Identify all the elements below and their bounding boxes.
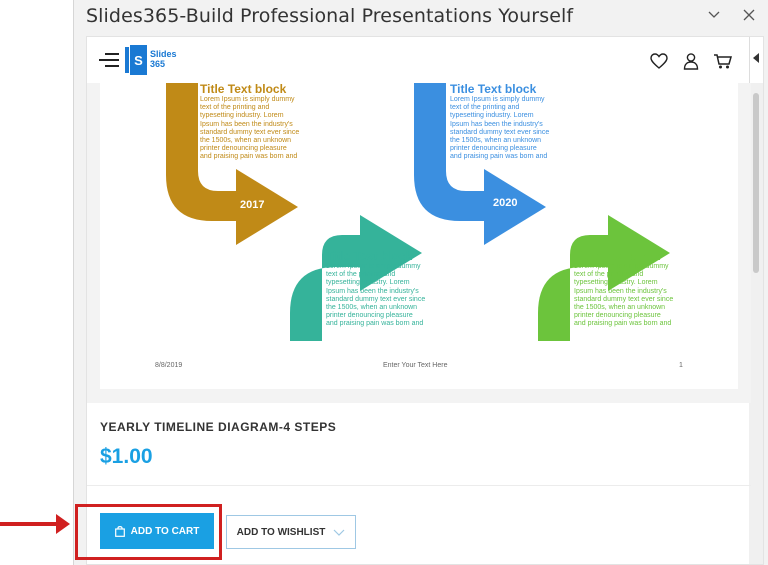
text-block-body: Lorem Ipsum is simply dummy text of the …	[574, 263, 674, 328]
user-icon[interactable]	[681, 51, 701, 71]
text-block-body: Lorem Ipsum is simply dummy text of the …	[200, 96, 300, 161]
scroll-thumb[interactable]	[753, 93, 759, 273]
app-header: S Slides 365	[87, 37, 751, 83]
chevron-down-icon[interactable]	[701, 5, 727, 29]
year-label: 2017	[240, 199, 265, 211]
logo-mark-icon: S	[125, 45, 147, 75]
slides365-logo[interactable]: S Slides 365	[125, 45, 177, 75]
logo-line2: 365	[150, 59, 166, 69]
product-image-area: 2017 2018 2020 2021 Title Text block Lor…	[87, 83, 751, 403]
title-bar: Slides365-Build Professional Presentatio…	[74, 0, 768, 36]
cart-icon[interactable]	[713, 51, 733, 71]
text-block-body: Lorem Ipsum is simply dummy text of the …	[326, 263, 426, 328]
text-block: Title Text block Lorem Ipsum is simply d…	[200, 83, 300, 162]
slide-preview: 2017 2018 2020 2021 Title Text block Lor…	[100, 83, 738, 389]
slide-page-number: 1	[679, 362, 683, 369]
slide-footer-text: Enter Your Text Here	[383, 362, 448, 369]
chevron-left-icon	[753, 53, 759, 63]
window-title: Slides365-Build Professional Presentatio…	[86, 5, 574, 27]
screenshot-stage: Slides365-Build Professional Presentatio…	[0, 0, 768, 565]
add-to-wishlist-button[interactable]: ADD TO WISHLIST	[226, 515, 356, 549]
text-block-title: Title Text block	[450, 83, 537, 96]
text-block-title: Title Text block	[200, 83, 287, 96]
divider	[87, 485, 751, 486]
pointer-arrow-shaft	[0, 522, 60, 526]
add-to-wishlist-label: ADD TO WISHLIST	[236, 526, 326, 538]
svg-text:S: S	[134, 53, 143, 68]
close-icon[interactable]	[736, 5, 762, 29]
text-block: Title Text block Lorem Ipsum is simply d…	[326, 250, 426, 329]
logo-text: Slides 365	[150, 49, 177, 69]
scrollbar[interactable]	[749, 83, 763, 564]
text-block-title: Title Text block	[326, 249, 413, 263]
text-block-title: Title Text block	[574, 249, 661, 263]
highlight-box	[75, 504, 222, 560]
product-title: YEARLY TIMELINE DIAGRAM-4 STEPS	[100, 420, 337, 434]
text-block: Title Text block Lorem Ipsum is simply d…	[574, 250, 674, 329]
product-price: $1.00	[100, 445, 153, 468]
year-label: 2021	[616, 197, 641, 209]
menu-icon[interactable]	[99, 53, 119, 67]
product-panel: S Slides 365 2017 2018 2020 2021 Title T…	[86, 36, 764, 565]
timeline-arrows-graphic	[166, 83, 670, 341]
text-block: Title Text block Lorem Ipsum is simply d…	[450, 83, 550, 162]
slide-footer-date: 8/8/2019	[155, 362, 183, 369]
pointer-arrow-icon	[56, 514, 70, 534]
side-panel-toggle[interactable]	[749, 37, 763, 83]
chevron-down-icon	[333, 529, 345, 536]
year-label: 2020	[493, 197, 518, 209]
year-label: 2018	[364, 197, 389, 209]
app-window: Slides365-Build Professional Presentatio…	[73, 0, 768, 565]
logo-line1: Slides	[150, 49, 177, 59]
text-block-body: Lorem Ipsum is simply dummy text of the …	[450, 96, 550, 161]
heart-icon[interactable]	[649, 51, 669, 71]
